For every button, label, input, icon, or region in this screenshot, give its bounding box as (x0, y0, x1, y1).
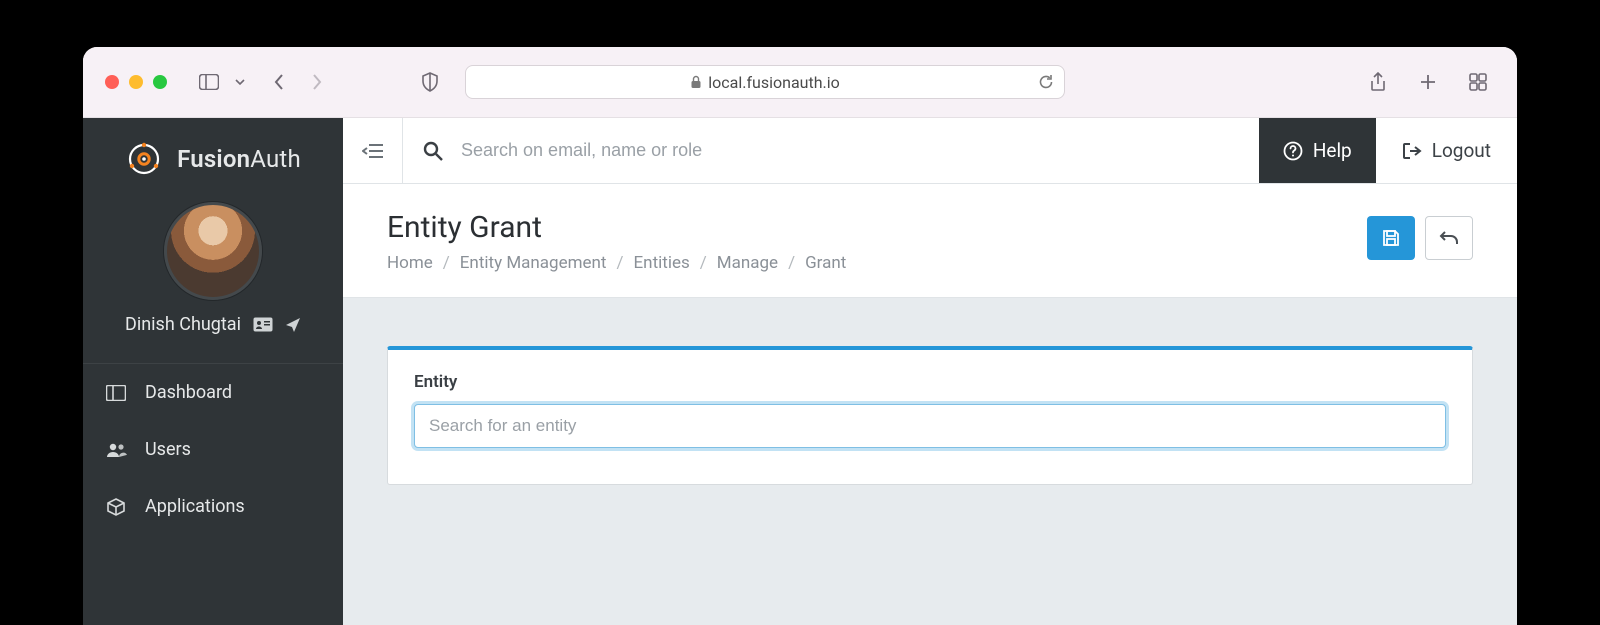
breadcrumb-item[interactable]: Home (387, 253, 433, 273)
lock-icon (690, 75, 702, 89)
shield-icon[interactable] (413, 66, 447, 98)
entity-search-input[interactable] (414, 404, 1446, 448)
location-arrow-icon[interactable] (285, 317, 301, 333)
username-row: Dinish Chugtai (83, 300, 343, 363)
logout-label: Logout (1432, 139, 1491, 162)
brand-logo[interactable]: FusionAuth (83, 118, 343, 190)
sidebar-item-users[interactable]: Users (83, 421, 343, 478)
breadcrumb-item[interactable]: Manage (717, 253, 778, 273)
id-card-icon[interactable] (253, 317, 273, 332)
help-button[interactable]: Help (1259, 118, 1376, 183)
logo-mark-icon (125, 140, 163, 178)
browser-window: local.fusionauth.io (83, 47, 1517, 625)
sidebar-item-label: Applications (145, 496, 245, 517)
address-bar[interactable]: local.fusionauth.io (465, 65, 1065, 99)
dashboard-icon (105, 385, 127, 401)
new-tab-icon[interactable] (1411, 66, 1445, 98)
minimize-window-button[interactable] (129, 75, 143, 89)
collapse-sidebar-button[interactable] (343, 118, 403, 183)
window-controls (105, 75, 167, 89)
sidebar-item-applications[interactable]: Applications (83, 478, 343, 535)
undo-icon (1439, 230, 1459, 246)
tabs-overview-icon[interactable] (1461, 66, 1495, 98)
share-icon[interactable] (1361, 66, 1395, 98)
save-icon (1381, 228, 1401, 248)
breadcrumb-item[interactable]: Entities (634, 253, 690, 273)
form-panel: Entity (387, 346, 1473, 485)
back-button[interactable] (263, 66, 295, 98)
sidebar-nav: Dashboard Users Applications (83, 363, 343, 535)
sidebar-item-dashboard[interactable]: Dashboard (83, 364, 343, 421)
url-text: local.fusionauth.io (708, 73, 840, 92)
sidebar-item-label: Dashboard (145, 382, 232, 403)
sidebar: FusionAuth Dinish Chugtai Da (83, 118, 343, 625)
search-icon (423, 141, 443, 161)
content-area: Entity (343, 298, 1517, 625)
username-text: Dinish Chugtai (125, 314, 241, 335)
close-window-button[interactable] (105, 75, 119, 89)
header-actions (1367, 216, 1473, 260)
page-header: Entity Grant Home / Entity Management / … (343, 184, 1517, 298)
global-search (403, 118, 1259, 183)
cube-icon (105, 497, 127, 517)
logout-button[interactable]: Logout (1376, 118, 1517, 183)
save-button[interactable] (1367, 216, 1415, 260)
app-shell: FusionAuth Dinish Chugtai Da (83, 118, 1517, 625)
chevron-down-icon[interactable] (227, 66, 253, 98)
users-icon (105, 442, 127, 458)
entity-label: Entity (414, 372, 1446, 392)
brand-name: FusionAuth (177, 145, 301, 173)
breadcrumb-item: Grant (805, 253, 846, 273)
sidebar-toggle-icon[interactable] (191, 66, 227, 98)
breadcrumb-item[interactable]: Entity Management (460, 253, 607, 273)
main-content: Help Logout Entity Grant Home / Entity M… (343, 118, 1517, 625)
topbar: Help Logout (343, 118, 1517, 184)
search-input[interactable] (461, 140, 1239, 161)
logout-icon (1402, 142, 1422, 160)
page-title: Entity Grant (387, 210, 1473, 245)
help-icon (1283, 141, 1303, 161)
maximize-window-button[interactable] (153, 75, 167, 89)
help-label: Help (1313, 139, 1352, 162)
forward-button[interactable] (301, 66, 333, 98)
browser-chrome: local.fusionauth.io (83, 47, 1517, 118)
breadcrumb: Home / Entity Management / Entities / Ma… (387, 253, 1473, 273)
back-button-action[interactable] (1425, 216, 1473, 260)
sidebar-item-label: Users (145, 439, 191, 460)
avatar[interactable] (164, 202, 262, 300)
reload-icon[interactable] (1038, 74, 1054, 90)
